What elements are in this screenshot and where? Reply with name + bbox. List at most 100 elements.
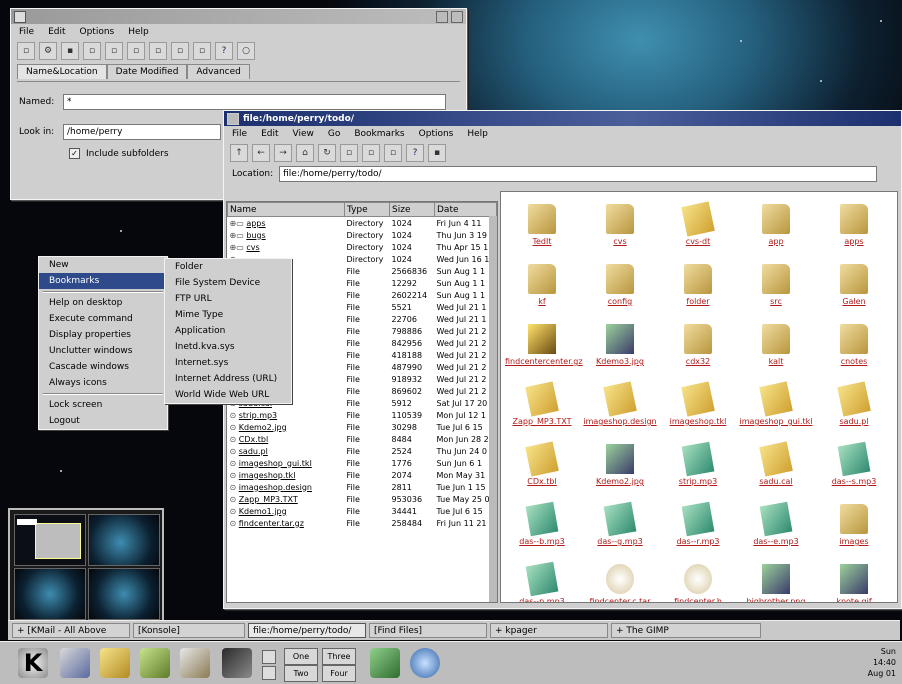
file-icon-label[interactable]: Galen: [842, 297, 865, 306]
back-icon[interactable]: ←: [252, 144, 270, 162]
file-icon-label[interactable]: das--s.mp3: [832, 477, 877, 486]
file-icon-label[interactable]: cvs: [613, 237, 626, 246]
file-icon-label[interactable]: findcenter.h: [674, 597, 722, 602]
file-icon-item[interactable]: apps: [815, 200, 893, 260]
submenu-item[interactable]: Folder: [165, 259, 291, 275]
table-row[interactable]: ⊙ Kdemo2.jpg File 30298 Tue Jul 6 15: [228, 421, 497, 433]
column-header-date[interactable]: Date: [434, 202, 497, 217]
print-icon[interactable]: ▫: [384, 144, 402, 162]
file-icon-item[interactable]: TedIt: [503, 200, 581, 260]
context-menu-item[interactable]: New: [39, 257, 167, 273]
desk-button-four[interactable]: Four: [322, 665, 356, 682]
file-name[interactable]: strip.mp3: [239, 411, 277, 420]
file-icon-label[interactable]: CDx.tbl: [527, 477, 556, 486]
file-name[interactable]: cvs: [246, 243, 259, 252]
submenu-item[interactable]: Internet Address (URL): [165, 371, 291, 387]
desk-button-one[interactable]: One: [284, 648, 318, 665]
desk-button-three[interactable]: Three: [322, 648, 356, 665]
context-menu-item[interactable]: Cascade windows: [39, 359, 167, 375]
file-icon-label[interactable]: das--g.mp3: [597, 537, 643, 546]
lock-icon[interactable]: [262, 650, 276, 664]
table-row[interactable]: ⊙ sadu.pl File 2524 Thu Jun 24 0: [228, 445, 497, 457]
menu-bookmarks[interactable]: Bookmarks: [354, 129, 404, 139]
file-icon-label[interactable]: kalt: [769, 357, 784, 366]
menu-options[interactable]: Options: [80, 27, 115, 37]
cell-name[interactable]: ⊙ Kdemo1.jpg: [228, 505, 345, 517]
help-icon[interactable]: ?: [215, 42, 233, 60]
menu-file[interactable]: File: [232, 129, 247, 139]
file-icon-item[interactable]: findcentercenter.gz: [503, 320, 583, 380]
cell-name[interactable]: ⊙ strip.mp3: [228, 409, 345, 421]
archive-icon[interactable]: ▫: [193, 42, 211, 60]
taskbar-task[interactable]: [Find Files]: [369, 623, 487, 638]
window-list-icon[interactable]: [60, 648, 90, 678]
help-book-icon[interactable]: [100, 648, 130, 678]
start-search-icon[interactable]: ⚙: [39, 42, 57, 60]
file-icon-label[interactable]: folder: [686, 297, 709, 306]
file-icon-item[interactable]: Kdemo3.jpg: [581, 320, 659, 380]
submenu-item[interactable]: Application: [165, 323, 291, 339]
file-icon-label[interactable]: apps: [844, 237, 863, 246]
file-icon-label[interactable]: app: [768, 237, 783, 246]
file-icon-item[interactable]: das--e.mp3: [737, 500, 815, 560]
file-icon-item[interactable]: das--b.mp3: [503, 500, 581, 560]
file-icon-label[interactable]: imageshop_gui.tkl: [739, 417, 812, 426]
taskbar-task[interactable]: + The GIMP: [611, 623, 761, 638]
file-icon-label[interactable]: cnotes: [841, 357, 868, 366]
pager-desk-1[interactable]: [14, 514, 86, 566]
up-icon[interactable]: ↑: [230, 144, 248, 162]
context-menu-item[interactable]: Logout: [39, 413, 167, 429]
find-window-titlebar[interactable]: [11, 9, 466, 24]
taskbar-task[interactable]: file:/home/perry/todo/: [248, 623, 366, 638]
taskbar-task[interactable]: + [KMail - All Above: [12, 623, 130, 638]
file-name[interactable]: Kdemo1.jpg: [239, 507, 287, 516]
menu-edit[interactable]: Edit: [48, 27, 65, 37]
table-row[interactable]: ⊙ findcenter.tar.gz File 258484 Fri Jun 11 …: [228, 517, 497, 529]
cell-name[interactable]: ⊕▭ cvs: [228, 241, 345, 253]
submenu-item[interactable]: File System Device: [165, 275, 291, 291]
cell-name[interactable]: ⊙ imageshop_gui.tkl: [228, 457, 345, 469]
look-in-input[interactable]: /home/perry: [63, 124, 221, 140]
file-name[interactable]: imageshop.tkl: [239, 471, 296, 480]
file-icon-label[interactable]: images: [839, 537, 868, 546]
submenu-item[interactable]: Mime Type: [165, 307, 291, 323]
table-row[interactable]: ⊙ imageshop.design File 2811 Tue Jun 1 15: [228, 481, 497, 493]
table-row[interactable]: ⊕▭ bugs Directory 1024 Thu Jun 3 19: [228, 229, 497, 241]
cell-name[interactable]: ⊙ Zapp_MP3.TXT: [228, 493, 345, 505]
window-menu-icon[interactable]: [227, 112, 239, 125]
file-icon-item[interactable]: src: [737, 260, 815, 320]
file-icon-label[interactable]: das--e.mp3: [753, 537, 798, 546]
table-row[interactable]: ⊙ CDx.tbl File 8484 Mon Jun 28 2: [228, 433, 497, 445]
file-icon-label[interactable]: Kdemo3.jpg: [596, 357, 644, 366]
delete-icon[interactable]: ▫: [127, 42, 145, 60]
file-icon-item[interactable]: folder: [659, 260, 737, 320]
new-search-icon[interactable]: ▫: [17, 42, 35, 60]
pager-desk-4[interactable]: [88, 568, 160, 620]
file-icon-item[interactable]: imageshop.tkl: [659, 380, 737, 440]
file-name[interactable]: sadu.pl: [239, 447, 268, 456]
file-icon-label[interactable]: src: [770, 297, 782, 306]
cell-name[interactable]: ⊙ imageshop.tkl: [228, 469, 345, 481]
table-row[interactable]: ⊕▭ cvs Directory 1024 Thu Apr 15 1: [228, 241, 497, 253]
file-icon-label[interactable]: sadu.cal: [759, 477, 792, 486]
file-name[interactable]: apps: [246, 219, 265, 228]
file-name[interactable]: Kdemo2.jpg: [239, 423, 287, 432]
logout-icon[interactable]: [262, 666, 276, 680]
help-icon[interactable]: ?: [406, 144, 424, 162]
pager-desk-3[interactable]: [14, 568, 86, 620]
file-icon-item[interactable]: Zapp_MP3.TXT: [503, 380, 581, 440]
column-header-type[interactable]: Type: [344, 202, 390, 217]
menu-help[interactable]: Help: [467, 129, 488, 139]
open-icon[interactable]: ▫: [83, 42, 101, 60]
column-header-name[interactable]: Name: [227, 202, 345, 217]
context-menu-item[interactable]: Help on desktop: [39, 295, 167, 311]
cell-name[interactable]: ⊕▭ apps: [228, 217, 345, 230]
table-row[interactable]: ⊙ Zapp_MP3.TXT File 953036 Tue May 25 0: [228, 493, 497, 505]
file-icon-item[interactable]: cvs-dt: [659, 200, 737, 260]
terminal-icon[interactable]: [222, 648, 252, 678]
file-icon-item[interactable]: knote.gif: [815, 560, 893, 602]
context-menu-item[interactable]: Execute command: [39, 311, 167, 327]
paste-icon[interactable]: ▫: [362, 144, 380, 162]
file-icon-item[interactable]: das--s.mp3: [815, 440, 893, 500]
tab-advanced[interactable]: Advanced: [187, 64, 250, 79]
